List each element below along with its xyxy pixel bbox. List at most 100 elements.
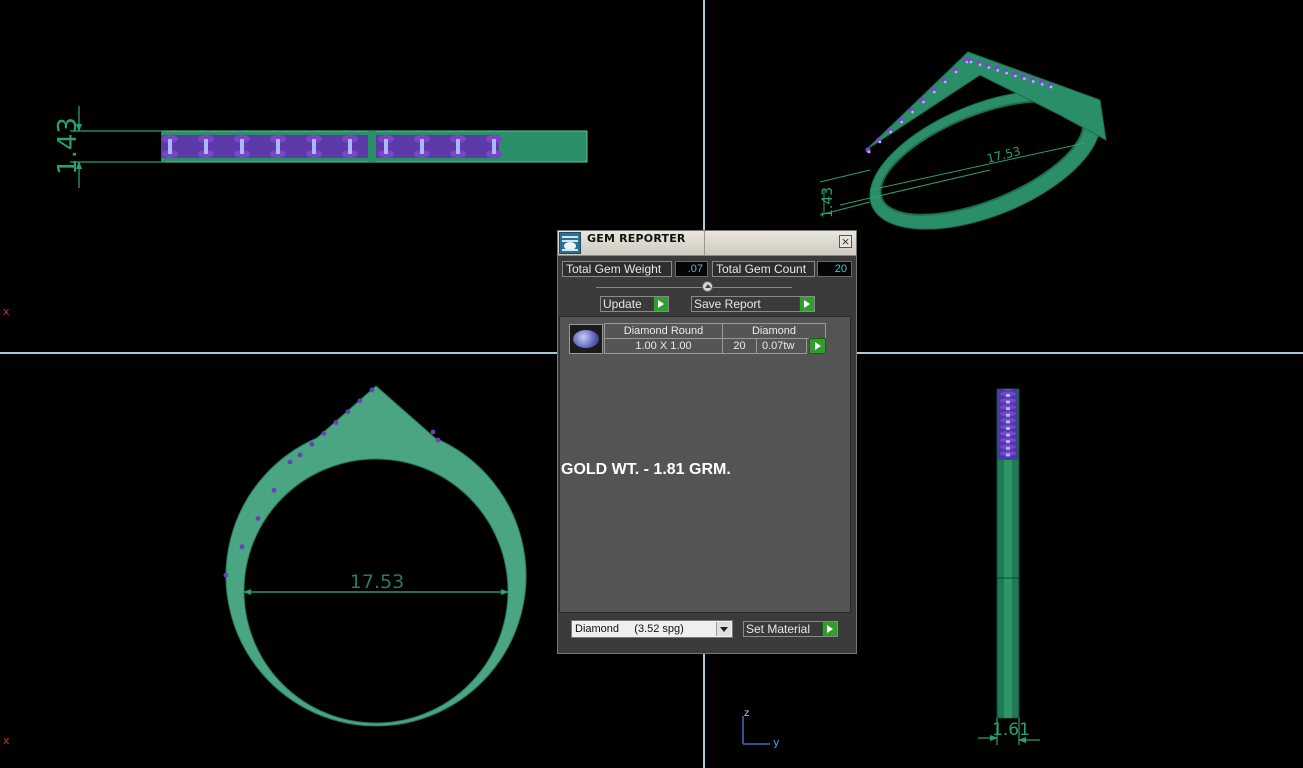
gem-mark [333,420,339,425]
gem-mark [430,429,436,435]
gem-mark [357,398,363,404]
gem-mark [1006,427,1010,430]
gem-mark [1022,77,1026,81]
axis-x-marker-bottom: x [3,734,10,747]
gem-mark [348,139,352,154]
set-material-button-label: Set Material [746,622,811,636]
gem-mark [321,430,327,436]
gem-mark [978,63,982,67]
diamond-round-icon [569,324,603,354]
gem-mark [889,130,893,134]
gem-material-cell: Diamond [722,323,826,339]
gem-mark [435,437,441,443]
save-report-button[interactable]: Save Report [691,296,815,312]
total-gem-weight-label: Total Gem Weight [562,261,672,277]
gem-mark [1014,74,1017,78]
gem-mark [867,150,871,154]
gem-mark [1006,407,1010,411]
total-gem-count-value: 20 [817,261,852,277]
gem-mark [1049,85,1053,89]
front-view-ring [225,385,527,727]
gem-mark [276,139,280,154]
close-button[interactable]: × [839,235,852,248]
gem-mark [878,140,882,144]
axis-x-marker-top: x [3,305,10,318]
save-report-button-label: Save Report [694,297,761,311]
gem-mark [1005,71,1008,75]
gem-list-panel: Diamond Round 1.00 X 1.00 Diamond 20 0.0… [559,316,851,613]
gem-mark [1031,80,1035,83]
gem-shape-cell: Diamond Round [604,323,723,339]
axis-gizmo: z y [742,708,780,749]
material-select-value: Diamond (3.52 spg) [575,623,684,635]
gem-mark [1006,413,1010,417]
slider-track[interactable] [596,287,792,288]
gem-mark [271,487,277,493]
gem-mark [1006,394,1010,397]
update-button[interactable]: Update [600,296,669,312]
gem-mark [1006,433,1010,437]
front-view: 17.53 [223,385,527,727]
update-play-icon[interactable] [653,297,668,311]
total-gem-count-label: Total Gem Count [712,261,815,277]
gem-mark [943,80,947,84]
side-view: 1.61 [978,388,1040,745]
save-report-play-icon[interactable] [799,297,814,311]
gem-mark [297,452,303,458]
gem-mark [954,70,958,74]
front-view-dimension-label: 17.53 [350,571,404,593]
dialog-title: GEM REPORTER [587,232,686,245]
title-separator [704,231,705,255]
gem-mark [223,572,229,578]
gem-mark [1006,446,1010,450]
top-view-dimension-label: 1.43 [53,117,83,175]
axis-y-label: y [773,736,780,749]
slider-handle[interactable] [702,281,713,292]
gem-mark [911,110,914,114]
gem-weight-cell: 0.07tw [756,338,807,354]
gem-mark [1006,400,1010,404]
perspective-dimension-short: 1.43 [820,187,836,218]
gem-mark [932,90,936,94]
gem-reporter-dialog[interactable]: GEM REPORTER × Total Gem Weight .07 Tota… [557,230,857,654]
gem-mark [492,139,496,154]
gem-size-cell: 1.00 X 1.00 [604,338,723,354]
gem-mark [345,409,351,415]
gem-count-cell: 20 [722,338,757,354]
gem-mark [456,139,460,154]
gem-mark [1006,440,1010,444]
set-material-play-icon[interactable] [822,622,837,636]
gem-mark [287,459,293,465]
gem-mark [900,120,904,124]
top-view-dimension [70,106,165,188]
gem-mark [239,544,245,550]
gem-mark [420,139,424,154]
gem-mark [969,60,973,64]
gem-mark [987,66,991,69]
gem-mark [1006,420,1010,424]
material-select[interactable]: Diamond (3.52 spg) [571,620,733,638]
gem-row-play-icon[interactable] [809,338,826,354]
gem-mark [1006,453,1010,457]
gem-mark [168,139,172,154]
top-view: 1.43 [53,106,588,188]
gem-reporter-icon [559,232,581,254]
total-gem-weight-value: .07 [675,261,708,277]
gem-mark [204,139,208,154]
gem-mark [1040,82,1044,86]
dialog-titlebar[interactable]: GEM REPORTER × [558,231,856,256]
perspective-view: 17.53 1.43 [819,51,1107,230]
update-button-label: Update [603,297,642,311]
gem-mark [312,139,316,154]
gold-weight-note: GOLD WT. - 1.81 GRM. [561,461,731,478]
gem-mark [255,516,261,521]
gem-mark [996,68,1000,72]
gem-mark [240,139,244,154]
side-view-dimension-label: 1.61 [992,720,1030,740]
gem-mark [922,100,925,104]
gem-mark [369,387,375,393]
gem-mark [384,139,388,154]
dropdown-arrow-icon[interactable] [716,622,731,636]
set-material-button[interactable]: Set Material [743,621,838,637]
gem-mark [309,441,315,447]
